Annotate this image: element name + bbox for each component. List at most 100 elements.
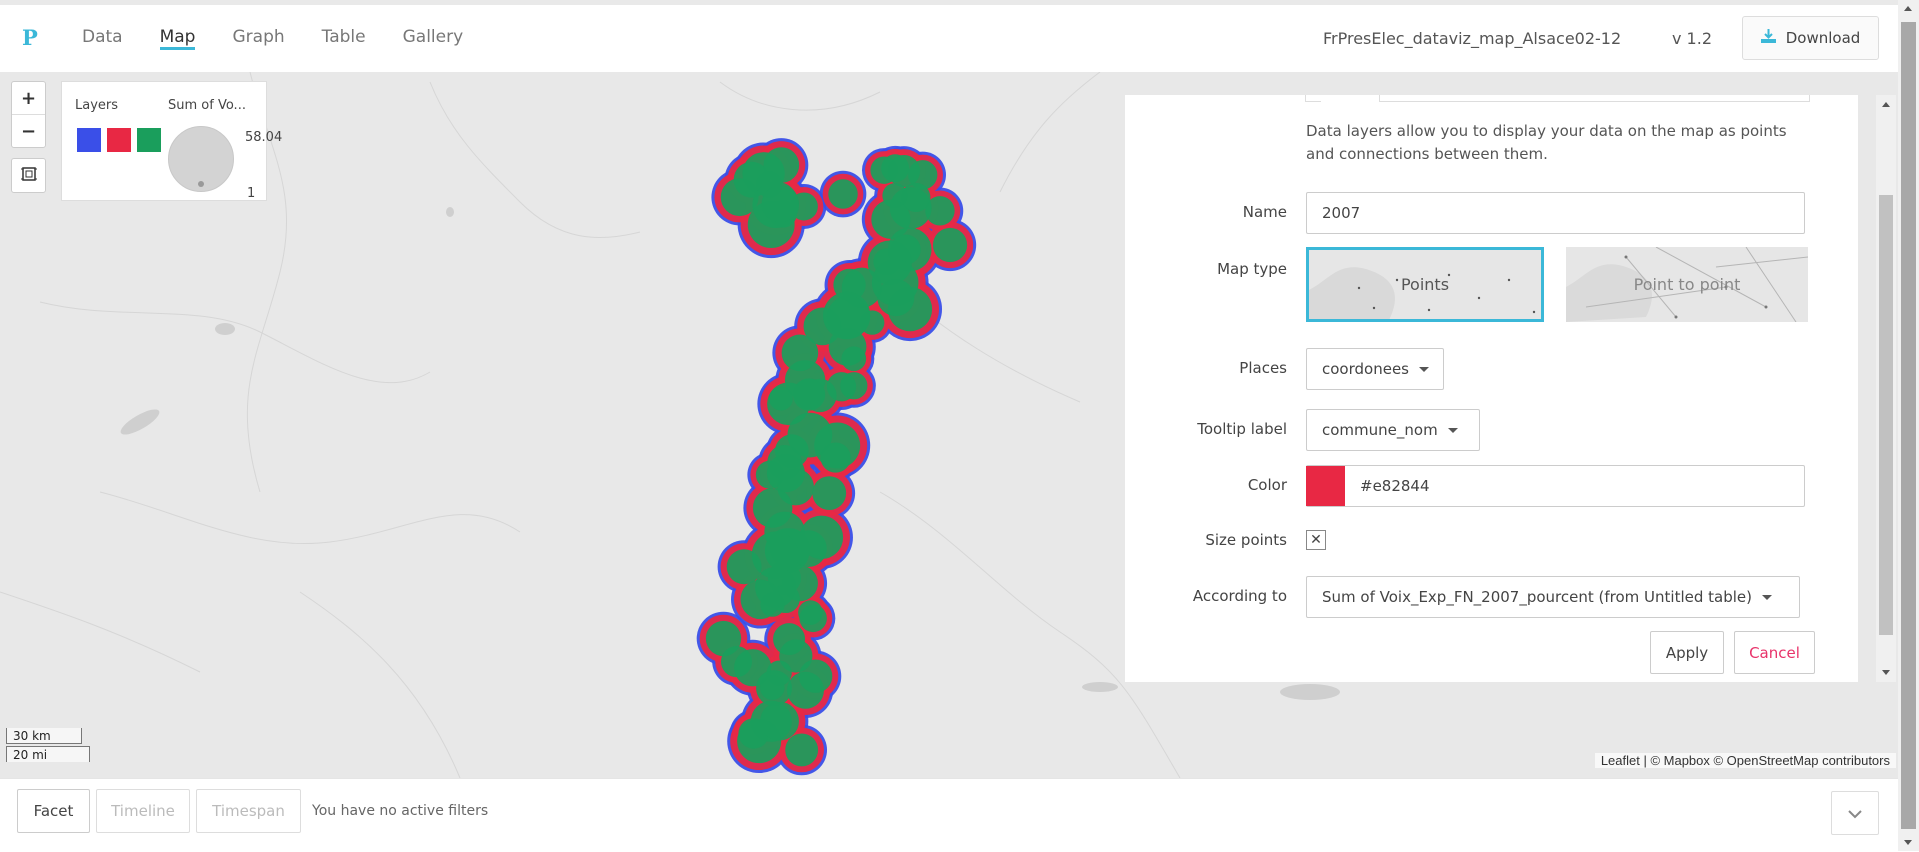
chevron-down-icon <box>1418 366 1429 372</box>
tab-graph[interactable]: Graph <box>232 5 284 50</box>
download-icon <box>1760 29 1776 47</box>
cancel-button[interactable]: Cancel <box>1734 631 1815 674</box>
map-point[interactable] <box>828 179 858 209</box>
size-points-label: Size points <box>1205 531 1287 549</box>
size-points-checkbox[interactable]: ✕ <box>1306 530 1326 550</box>
window-scroll-down-icon[interactable] <box>1904 840 1912 845</box>
filter-footer: Facet Timeline Timespan You have no acti… <box>0 778 1898 852</box>
map-point[interactable] <box>740 579 780 620</box>
layer-settings-panel: Data layers allow you to display your da… <box>1125 95 1858 682</box>
window-scrollbar[interactable] <box>1898 0 1919 851</box>
tab-data[interactable]: Data <box>82 5 123 50</box>
legend-size-min-circle <box>198 181 204 187</box>
app-logo[interactable]: P <box>22 25 38 50</box>
legend-layers-title: Layers <box>75 98 119 113</box>
fit-bounds-button[interactable] <box>11 158 46 193</box>
scale-imperial: 20 mi <box>6 746 90 762</box>
places-select[interactable]: coordonees <box>1306 348 1444 390</box>
download-button[interactable]: Download <box>1742 16 1879 60</box>
map-attribution[interactable]: Leaflet | © Mapbox © OpenStreetMap contr… <box>1594 753 1896 768</box>
map-type-label: Map type <box>1217 260 1287 278</box>
map-point[interactable] <box>798 600 823 625</box>
color-label: Color <box>1247 476 1287 494</box>
download-label: Download <box>1785 29 1861 47</box>
window-scroll-up-icon[interactable] <box>1904 6 1912 11</box>
check-icon: ✕ <box>1310 532 1322 548</box>
map-point[interactable] <box>841 346 867 372</box>
map-point[interactable] <box>781 334 819 372</box>
map-type-point-to-point[interactable]: Point to point <box>1566 247 1808 322</box>
timespan-button[interactable]: Timespan <box>196 789 301 833</box>
legend-size-title: Sum of Vo... <box>168 98 246 113</box>
places-value: coordonees <box>1322 360 1409 378</box>
legend-layer-swatch-red[interactable] <box>107 128 131 152</box>
expand-footer-button[interactable] <box>1831 791 1879 835</box>
panel-description: Data layers allow you to display your da… <box>1306 122 1787 163</box>
map-point[interactable] <box>871 259 919 306</box>
map-type-points-label: Points <box>1400 275 1450 294</box>
zoom-in-button[interactable]: + <box>12 82 45 114</box>
panel-top-border <box>1305 95 1321 102</box>
zoom-control: + − <box>11 81 46 148</box>
main-tabs: Data Map Graph Table Gallery <box>82 5 500 72</box>
scroll-down-icon[interactable] <box>1882 670 1890 675</box>
according-to-label: According to <box>1192 587 1287 605</box>
map-point[interactable] <box>773 623 806 656</box>
tooltip-value: commune_nom <box>1322 421 1438 439</box>
map-point[interactable] <box>932 227 968 263</box>
map-point[interactable] <box>761 185 799 223</box>
project-name[interactable]: FrPresElec_dataviz_map_Alsace02-12 <box>1323 29 1621 48</box>
map-point[interactable] <box>887 155 921 188</box>
fit-bounds-icon <box>20 166 37 186</box>
apply-button[interactable]: Apply <box>1650 631 1724 674</box>
top-navigation-bar: P Data Map Graph Table Gallery FrPresEle… <box>0 0 1898 72</box>
map-point[interactable] <box>859 310 885 335</box>
according-to-select[interactable]: Sum of Voix_Exp_FN_2007_pourcent (from U… <box>1306 576 1800 618</box>
legend-layer-swatch-blue[interactable] <box>77 128 101 152</box>
tooltip-select[interactable]: commune_nom <box>1306 409 1480 451</box>
map-point[interactable] <box>760 701 799 741</box>
legend-layer-swatch-green[interactable] <box>137 128 161 152</box>
chevron-down-icon <box>1762 594 1772 600</box>
tab-gallery[interactable]: Gallery <box>403 5 464 50</box>
window-scrollbar-thumb[interactable] <box>1901 22 1916 829</box>
map-point[interactable] <box>798 659 833 693</box>
map-point[interactable] <box>785 733 819 767</box>
tab-map[interactable]: Map <box>159 5 195 50</box>
map-scale: 30 km 20 mi <box>6 728 90 762</box>
map-point[interactable] <box>812 476 847 511</box>
timeline-button[interactable]: Timeline <box>96 789 190 833</box>
name-field[interactable]: 2007 <box>1306 192 1805 234</box>
according-to-value: Sum of Voix_Exp_FN_2007_pourcent (from U… <box>1322 588 1752 606</box>
map-point[interactable] <box>803 378 837 413</box>
map-point[interactable] <box>769 386 793 411</box>
panel-top-border-2 <box>1379 95 1810 102</box>
map-point[interactable] <box>760 675 785 700</box>
map-type-points[interactable]: Points <box>1306 247 1544 322</box>
map-legend: Layers Sum of Vo... 58.04 1 <box>61 81 282 201</box>
legend-size-min-value: 1 <box>247 186 256 201</box>
panel-scrollbar[interactable] <box>1876 95 1896 682</box>
scale-metric: 30 km <box>6 728 82 744</box>
places-label: Places <box>1239 359 1287 377</box>
version-label: v 1.2 <box>1672 29 1712 48</box>
map-point[interactable] <box>840 372 868 400</box>
map-point[interactable] <box>763 147 800 183</box>
map-point[interactable] <box>787 412 833 458</box>
facet-button[interactable]: Facet <box>17 789 90 833</box>
map-type-point-to-point-label: Point to point <box>1633 275 1741 294</box>
name-label: Name <box>1242 203 1287 221</box>
map-point[interactable] <box>799 515 844 560</box>
filters-status: You have no active filters <box>312 803 489 819</box>
map-point[interactable] <box>705 620 742 657</box>
scroll-up-icon[interactable] <box>1882 102 1890 107</box>
tab-table[interactable]: Table <box>322 5 366 50</box>
panel-scrollbar-thumb[interactable] <box>1879 195 1893 635</box>
color-field[interactable]: #e82844 <box>1306 465 1805 507</box>
chevron-down-icon <box>1447 427 1458 433</box>
color-swatch[interactable] <box>1306 466 1345 506</box>
legend-size-max-value: 58.04 <box>245 130 283 145</box>
zoom-out-button[interactable]: − <box>12 114 45 147</box>
tooltip-label: Tooltip label <box>1197 420 1287 438</box>
map-point[interactable] <box>726 549 762 585</box>
